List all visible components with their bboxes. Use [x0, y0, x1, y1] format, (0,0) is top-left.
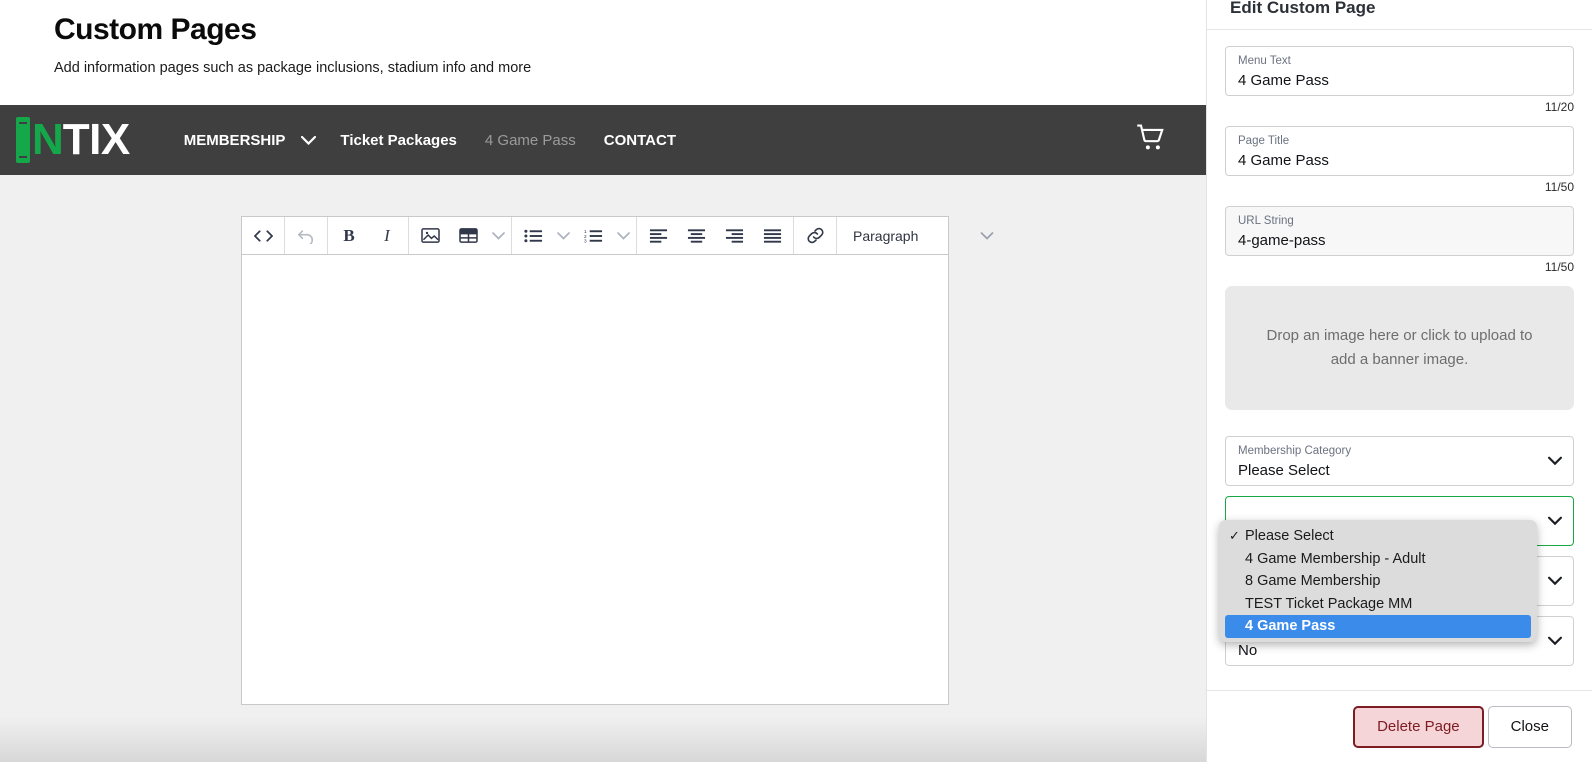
intix-logo: N TIX	[16, 117, 130, 163]
dropdown-option[interactable]: 4 Game Membership - Adult	[1219, 548, 1537, 571]
toolbar-group-block-format: Paragraph	[837, 217, 1007, 254]
nav-link-membership[interactable]: MEMBERSHIP	[170, 132, 300, 149]
chevron-down-icon	[1548, 454, 1562, 469]
toolbar-group-source	[242, 217, 285, 254]
toolbar-group-insert	[409, 217, 512, 254]
app-root: Custom Pages Add information pages such …	[0, 0, 1592, 762]
dropdown-option[interactable]: TEST Ticket Package MM	[1219, 593, 1537, 616]
dropdown-option[interactable]: 8 Game Membership	[1219, 570, 1537, 593]
chevron-down-icon	[1548, 574, 1562, 589]
panel-footer: Delete Page Close	[1207, 690, 1592, 762]
logo-text-white: TIX	[62, 115, 130, 164]
block-format-select[interactable]: Paragraph	[839, 217, 1005, 254]
membership-dropdown-options[interactable]: ✓ Please Select 4 Game Membership - Adul…	[1219, 520, 1537, 642]
dropdown-option-label: 4 Game Membership - Adult	[1245, 550, 1426, 567]
dropzone-text: Drop an image here or click to upload to…	[1266, 327, 1533, 368]
url-string-counter: 11/50	[1544, 260, 1574, 274]
align-center-icon[interactable]	[677, 217, 715, 254]
toolbar-group-link	[794, 217, 837, 254]
shopping-cart-icon[interactable]	[1134, 123, 1168, 158]
membership-category-value: Please Select	[1238, 462, 1330, 479]
dropdown-option-label: TEST Ticket Package MM	[1245, 595, 1413, 612]
show-to-public-value: No	[1238, 642, 1258, 659]
logo-text-green: N	[32, 115, 64, 164]
toolbar-group-lists: 123	[512, 217, 637, 254]
chevron-down-icon	[1548, 514, 1562, 529]
check-icon: ✓	[1229, 528, 1240, 544]
rich-text-editor: B I 1 2 3 Paragraph	[241, 216, 994, 705]
italic-label: I	[384, 225, 390, 245]
edit-custom-page-panel: Edit Custom Page Menu Text 4 Game Pass 1…	[1206, 0, 1592, 762]
numbered-list-icon[interactable]: 123	[574, 217, 612, 254]
numbered-list-chevron-down-icon[interactable]	[612, 217, 634, 254]
site-nav-links: MEMBERSHIP Ticket Packages 4 Game Pass C…	[170, 132, 690, 149]
dropdown-option[interactable]: ✓ Please Select	[1219, 525, 1537, 548]
page-title-label: Page Title	[1238, 135, 1290, 147]
membership-category-select[interactable]: Membership Category Please Select	[1225, 436, 1574, 486]
banner-image-dropzone[interactable]: Drop an image here or click to upload to…	[1225, 286, 1574, 410]
toolbar-group-undo	[285, 217, 328, 254]
block-format-value: Paragraph	[853, 227, 919, 244]
menu-text-counter: 11/20	[1544, 100, 1574, 114]
ticket-logo-icon	[16, 117, 30, 163]
svg-text:3: 3	[584, 238, 587, 242]
chevron-down-icon	[1548, 634, 1562, 649]
main-content-area: Custom Pages Add information pages such …	[0, 0, 1206, 762]
bullet-list-chevron-down-icon[interactable]	[552, 217, 574, 254]
align-right-icon[interactable]	[715, 217, 753, 254]
dropdown-option-selected[interactable]: 4 Game Pass	[1225, 615, 1531, 638]
menu-text-field[interactable]: Menu Text 4 Game Pass	[1225, 46, 1574, 96]
page-title-field[interactable]: Page Title 4 Game Pass	[1225, 126, 1574, 176]
url-string-field[interactable]: URL String 4-game-pass	[1225, 206, 1574, 256]
editor-toolbar: B I 1 2 3 Paragraph	[241, 216, 994, 255]
page-title-value: 4 Game Pass	[1238, 152, 1329, 169]
link-icon[interactable]	[796, 217, 834, 254]
page-subtitle: Add information pages such as package in…	[54, 60, 532, 76]
dropdown-option-label: Please Select	[1245, 528, 1334, 545]
editor-content-area[interactable]	[241, 255, 949, 705]
bottom-shadow	[0, 716, 1206, 762]
page-title: Custom Pages	[54, 13, 257, 46]
chevron-down-icon[interactable]	[299, 135, 326, 145]
toolbar-group-align	[637, 217, 794, 254]
bullet-list-icon[interactable]	[514, 217, 552, 254]
block-format-chevron-down-icon	[980, 229, 994, 243]
toolbar-group-text-style: B I	[328, 217, 409, 254]
url-string-value: 4-game-pass	[1238, 232, 1326, 249]
dropdown-option-label: 4 Game Pass	[1245, 618, 1336, 635]
menu-text-value: 4 Game Pass	[1238, 72, 1329, 89]
page-title-counter: 11/50	[1544, 180, 1574, 194]
table-icon[interactable]	[449, 217, 487, 254]
nav-link-ticket-packages[interactable]: Ticket Packages	[326, 132, 470, 149]
bold-label: B	[343, 225, 355, 245]
panel-header: Edit Custom Page	[1207, 0, 1592, 30]
undo-icon[interactable]	[287, 217, 325, 254]
close-button[interactable]: Close	[1487, 705, 1572, 748]
align-left-icon[interactable]	[639, 217, 677, 254]
page-header: Custom Pages Add information pages such …	[0, 0, 1206, 105]
panel-title: Edit Custom Page	[1230, 0, 1376, 17]
image-icon[interactable]	[411, 217, 449, 254]
site-navbar-preview: N TIX MEMBERSHIP Ticket Packages 4 Game …	[0, 105, 1206, 175]
table-chevron-down-icon[interactable]	[487, 217, 509, 254]
nav-link-contact[interactable]: CONTACT	[590, 132, 690, 149]
dropdown-option-label: 8 Game Membership	[1245, 573, 1381, 590]
delete-page-button[interactable]: Delete Page	[1353, 705, 1484, 748]
bold-button[interactable]: B	[330, 217, 368, 254]
nav-link-4-game-pass[interactable]: 4 Game Pass	[471, 132, 590, 149]
source-code-icon[interactable]	[244, 217, 282, 254]
membership-category-label: Membership Category	[1238, 445, 1352, 457]
align-justify-icon[interactable]	[753, 217, 791, 254]
url-string-label: URL String	[1238, 215, 1294, 227]
italic-button[interactable]: I	[368, 217, 406, 254]
menu-text-label: Menu Text	[1238, 55, 1291, 67]
